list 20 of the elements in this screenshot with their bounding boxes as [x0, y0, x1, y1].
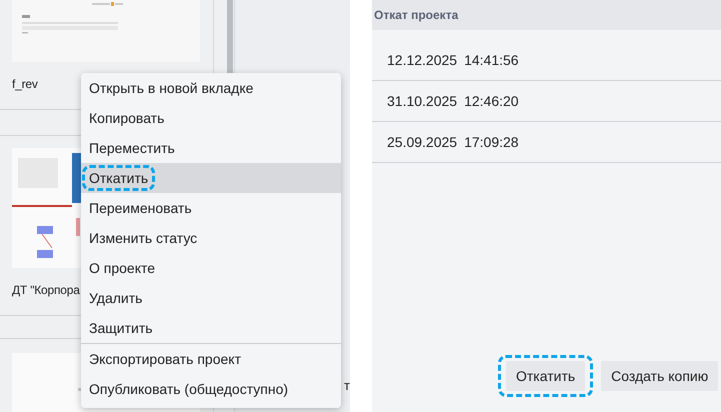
- menu-item[interactable]: Переместить: [81, 133, 341, 163]
- menu-item[interactable]: Защитить: [81, 313, 341, 343]
- scrollbar[interactable]: [227, 0, 233, 75]
- project-name[interactable]: т: [344, 378, 350, 393]
- menu-item[interactable]: Удалить: [81, 283, 341, 313]
- version-row[interactable]: 31.10.2025 12:46:20: [372, 81, 721, 122]
- action-button[interactable]: Создать копию: [601, 361, 718, 391]
- menu-item[interactable]: Опубликовать (общедоступно): [81, 374, 341, 404]
- menu-item[interactable]: О проекте: [81, 253, 341, 283]
- document-thumbnail[interactable]: [12, 0, 200, 62]
- menu-item[interactable]: Переименовать: [81, 193, 341, 223]
- menu-item[interactable]: Изменить статус: [81, 223, 341, 253]
- version-row[interactable]: 12.12.2025 14:41:56: [372, 40, 721, 81]
- action-button[interactable]: Откатить: [506, 361, 586, 391]
- menu-item[interactable]: Экспортировать проект: [81, 344, 341, 374]
- menu-item[interactable]: Копировать: [81, 103, 341, 133]
- version-row[interactable]: 25.09.2025 17:09:28: [372, 122, 721, 163]
- panel-title: Откат проекта: [372, 0, 721, 30]
- menu-item[interactable]: Открыть в новой вкладке: [81, 73, 341, 103]
- menu-item[interactable]: Откатить: [81, 163, 341, 193]
